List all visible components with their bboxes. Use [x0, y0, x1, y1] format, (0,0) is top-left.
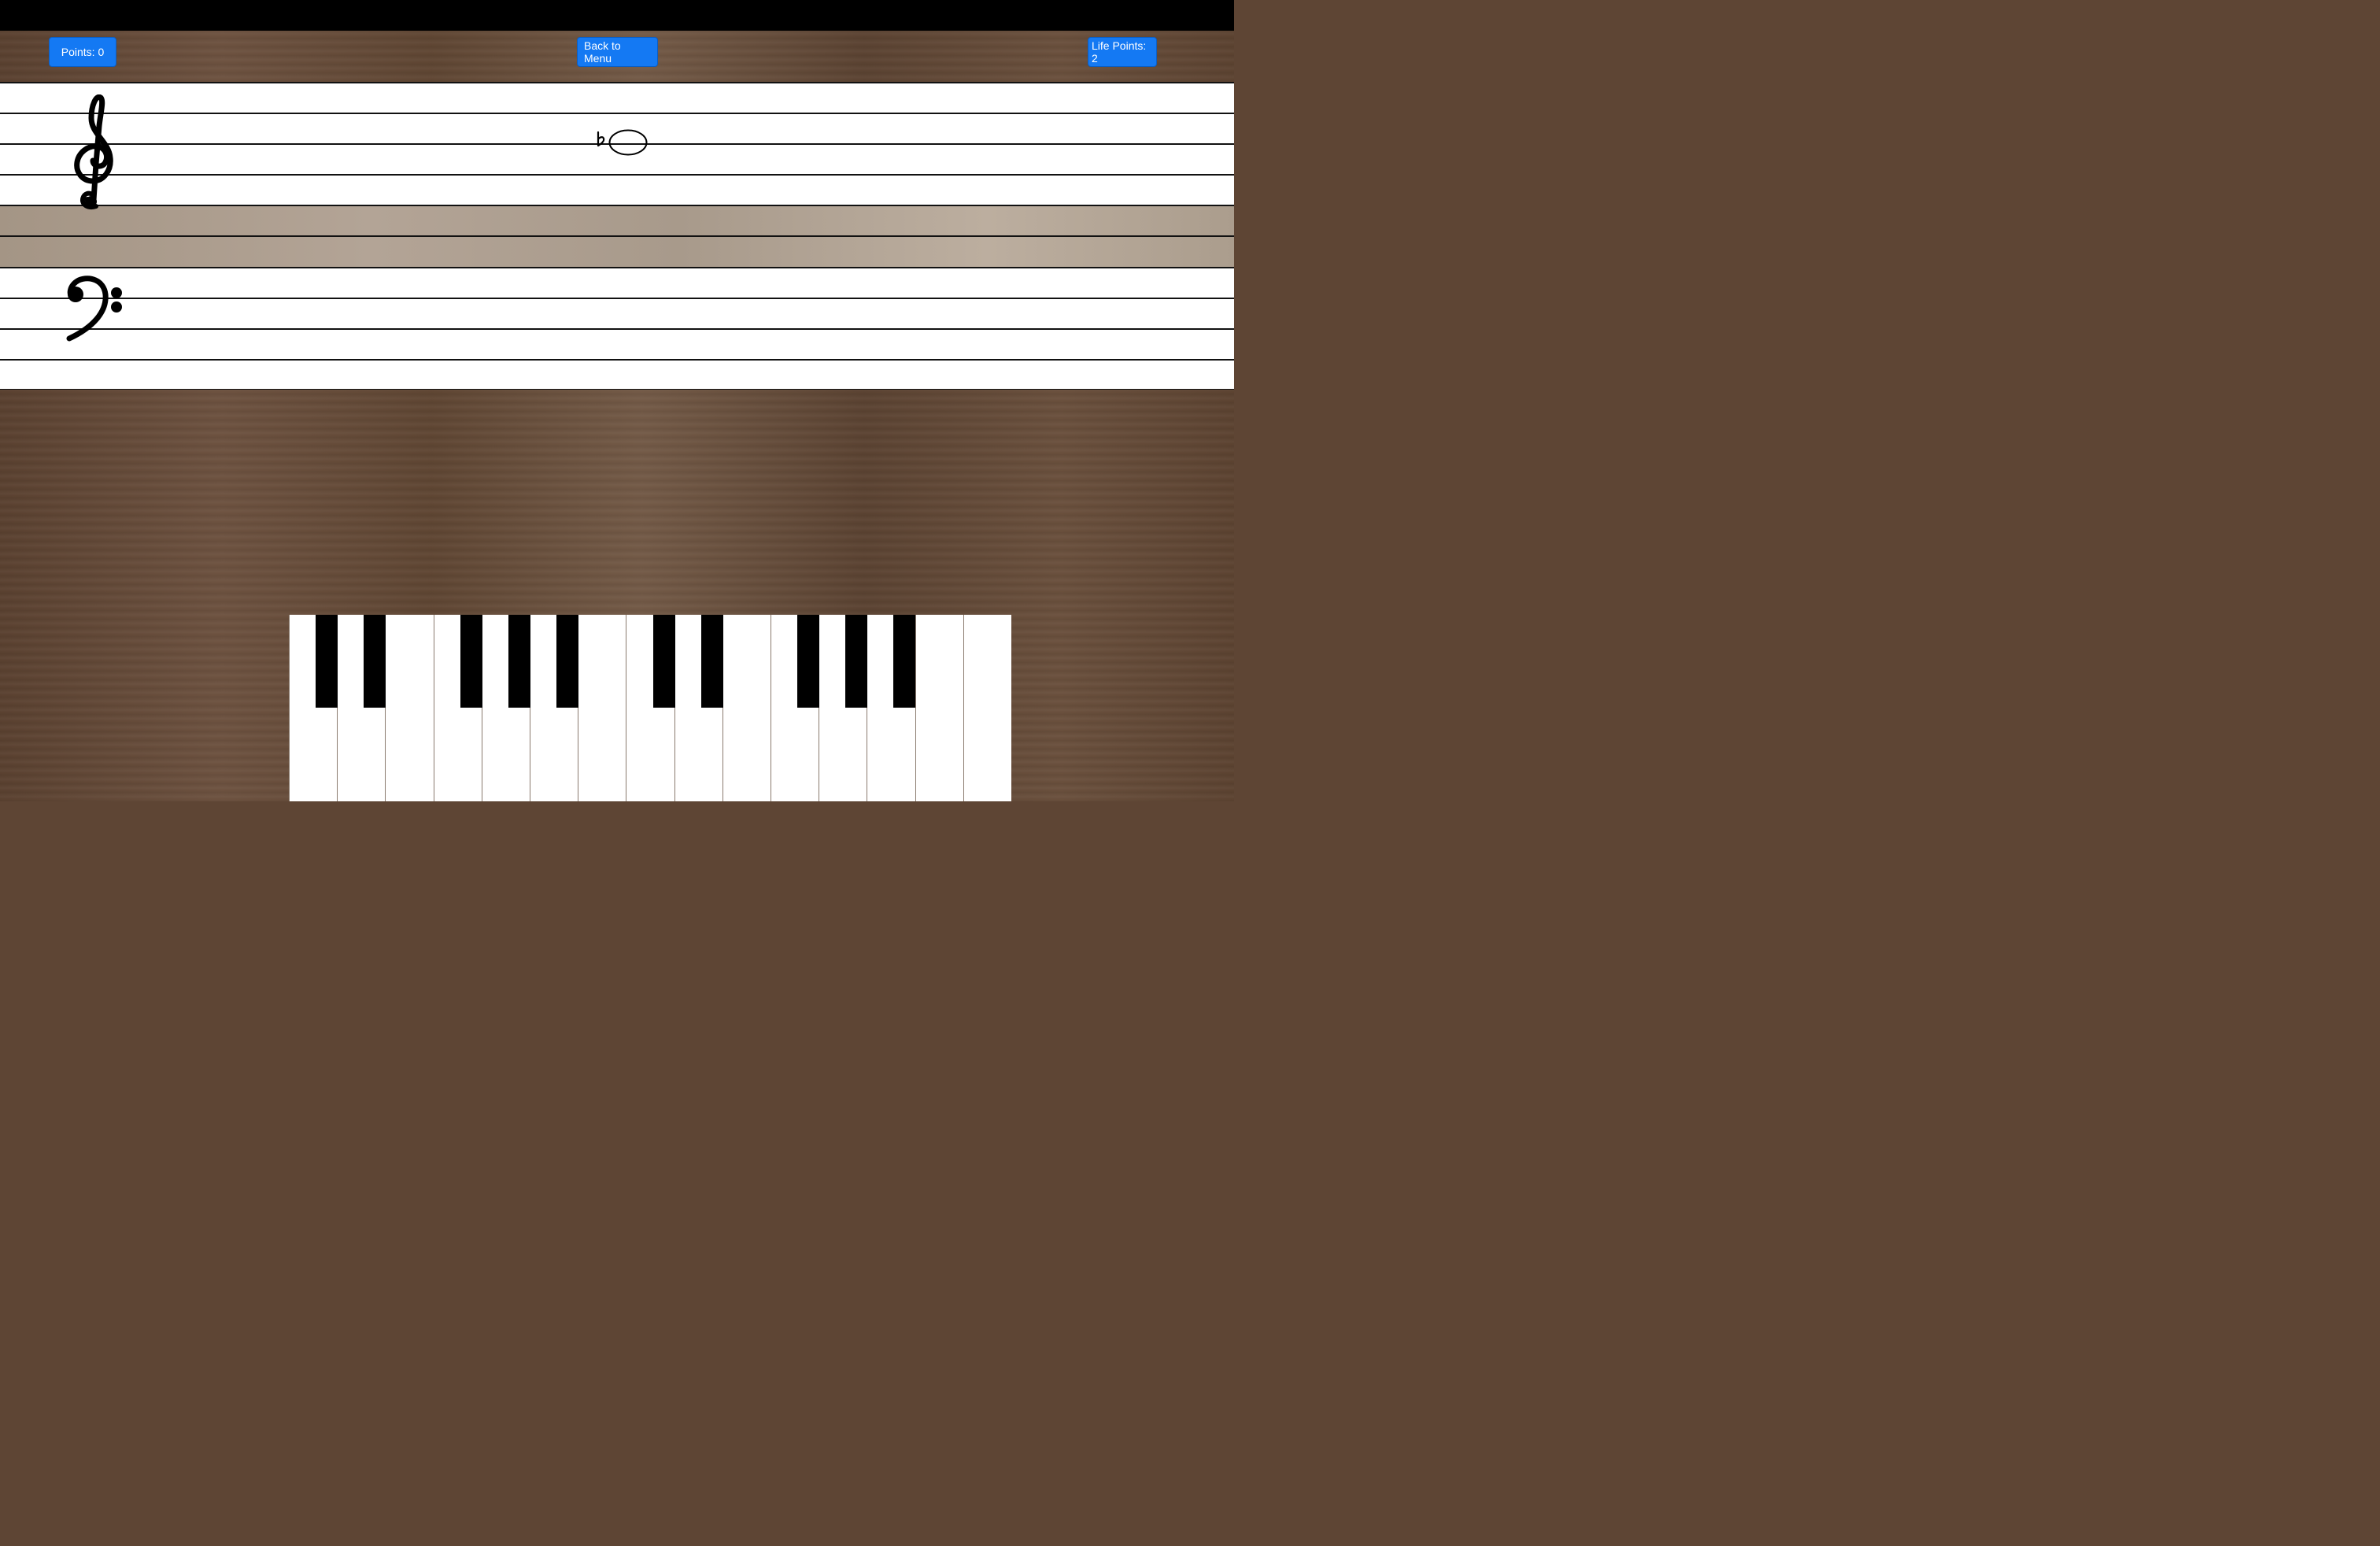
white-key[interactable]	[385, 615, 434, 801]
flat-accidental-icon	[597, 131, 605, 147]
piano-keyboard	[289, 615, 1011, 801]
treble-clef-icon	[74, 94, 113, 209]
black-key[interactable]	[797, 615, 819, 708]
black-key[interactable]	[316, 615, 338, 708]
white-key[interactable]	[578, 615, 626, 801]
staff-line	[0, 359, 1234, 361]
staff-line	[0, 205, 1234, 206]
white-key[interactable]	[722, 615, 771, 801]
staff-line	[0, 298, 1234, 299]
staff-line	[0, 174, 1234, 176]
staff-line	[0, 113, 1234, 114]
whole-note-icon	[608, 129, 648, 156]
top-black-bar	[0, 0, 1234, 31]
points-counter[interactable]: Points: 0	[49, 37, 116, 67]
white-key[interactable]	[915, 615, 963, 801]
black-key[interactable]	[653, 615, 675, 708]
black-key[interactable]	[508, 615, 530, 708]
bass-clef-icon	[66, 276, 122, 342]
black-key[interactable]	[460, 615, 482, 708]
life-points-counter[interactable]: Life Points: 2	[1088, 37, 1157, 67]
black-key[interactable]	[364, 615, 386, 708]
staff-line	[0, 267, 1234, 268]
black-key[interactable]	[893, 615, 915, 708]
black-key[interactable]	[845, 615, 867, 708]
staff-line	[0, 328, 1234, 330]
staff-line	[0, 82, 1234, 83]
black-key[interactable]	[556, 615, 578, 708]
white-key[interactable]	[963, 615, 1011, 801]
back-to-menu-button[interactable]: Back to Menu	[577, 37, 658, 67]
black-key[interactable]	[701, 615, 723, 708]
ledger-line	[0, 235, 1234, 237]
